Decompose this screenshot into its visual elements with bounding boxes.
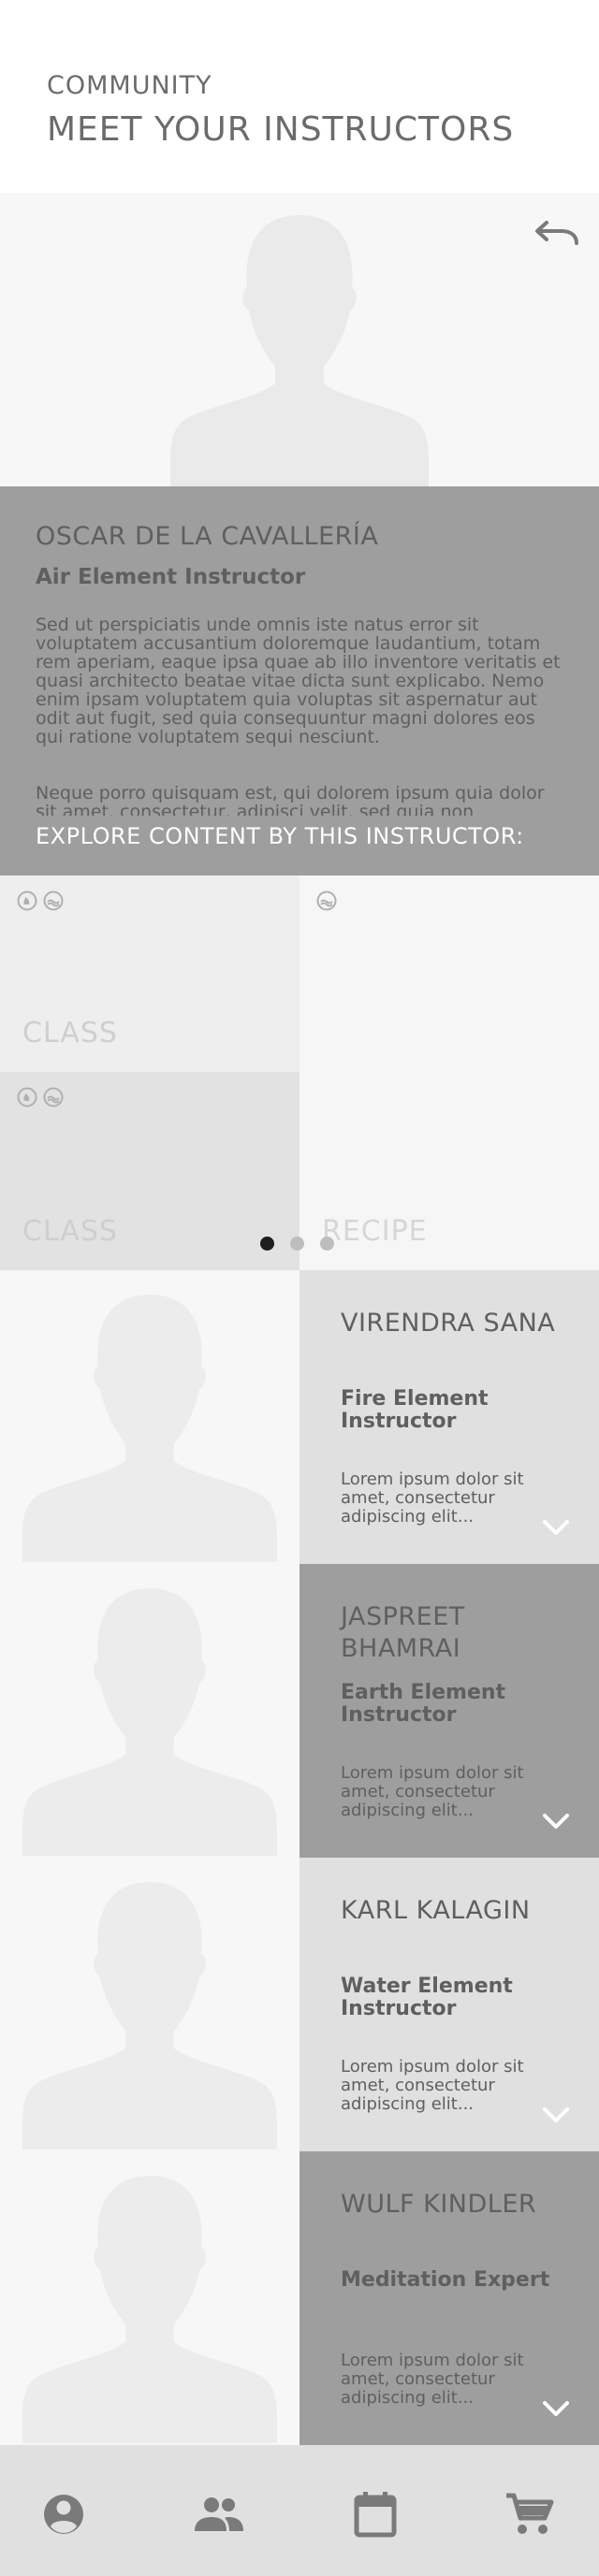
person-silhouette-icon — [22, 2176, 277, 2443]
chevron-down-icon[interactable] — [541, 1811, 571, 1831]
instructor-info: KARL KALAGIN Water Element Instructor Lo… — [300, 1858, 599, 2151]
carousel-dot[interactable] — [290, 1237, 304, 1251]
carousel-dot[interactable] — [260, 1237, 274, 1251]
page-header: COMMUNITY MEET YOUR INSTRUCTORS — [0, 0, 599, 193]
instructor-card[interactable]: JASPREET BHAMRAI Earth Element Instructo… — [0, 1564, 599, 1858]
instructor-card[interactable]: WULF KINDLER Meditation Expert Lorem ips… — [0, 2151, 599, 2445]
instructor-role: Fire Element Instructor — [341, 1387, 489, 1433]
instructor-description: Lorem ipsum dolor sit amet, consectetur … — [341, 1469, 524, 1527]
instructor-description: Lorem ipsum dolor sit amet, consectetur … — [341, 1763, 524, 1820]
page-title: MEET YOUR INSTRUCTORS — [47, 110, 515, 149]
instructor-role: Air Element Instructor — [36, 565, 306, 589]
instructor-name: VIRENDRA SANA — [341, 1309, 556, 1338]
chevron-down-icon[interactable] — [541, 1517, 571, 1538]
instructor-photo — [0, 2151, 300, 2445]
instructor-content-carousel: CLASS RECIPE CLASS — [0, 876, 599, 1270]
chevron-down-icon[interactable] — [541, 2105, 571, 2125]
bio-paragraph: Neque porro quisquam est, qui dolorem ip… — [36, 784, 545, 816]
instructor-role: Water Element Instructor — [341, 1975, 513, 2020]
element-icons — [316, 890, 337, 911]
account-circle-icon[interactable] — [37, 2490, 90, 2539]
instructor-info: JASPREET BHAMRAI Earth Element Instructo… — [300, 1564, 599, 1858]
person-silhouette-icon — [22, 1882, 277, 2149]
featured-instructor-photo — [0, 193, 599, 486]
content-tile-class[interactable]: CLASS — [0, 1072, 300, 1270]
water-element-icon — [316, 890, 337, 911]
undo-arrow-icon[interactable] — [533, 211, 580, 253]
person-silhouette-icon — [170, 215, 429, 486]
carousel-pagination — [260, 1237, 334, 1251]
water-element-icon — [43, 1087, 64, 1107]
instructor-name: KARL KALAGIN — [341, 1896, 531, 1925]
cart-icon[interactable] — [504, 2490, 556, 2539]
person-silhouette-icon — [22, 1588, 277, 1856]
instructor-photo — [0, 1270, 300, 1564]
section-kicker: COMMUNITY — [47, 71, 212, 100]
instructor-description: Lorem ipsum dolor sit amet, consectetur … — [341, 2351, 524, 2408]
instructor-info: WULF KINDLER Meditation Expert Lorem ips… — [300, 2151, 599, 2445]
instructor-name: OSCAR DE LA CAVALLERÍA — [36, 522, 379, 551]
instructor-role: Earth Element Instructor — [341, 1681, 506, 1727]
tile-label: RECIPE — [322, 1215, 428, 1248]
instructor-card[interactable]: KARL KALAGIN Water Element Instructor Lo… — [0, 1858, 599, 2151]
element-icons — [17, 1087, 64, 1107]
instructor-name: JASPREET BHAMRAI — [341, 1602, 465, 1663]
instructor-photo — [0, 1564, 300, 1858]
water-element-icon — [43, 890, 64, 911]
featured-instructor-bio: OSCAR DE LA CAVALLERÍA Air Element Instr… — [0, 486, 599, 876]
instructor-description: Lorem ipsum dolor sit amet, consectetur … — [341, 2057, 524, 2114]
person-silhouette-icon — [22, 1295, 277, 1562]
tile-label: CLASS — [22, 1215, 118, 1248]
instructor-role: Meditation Expert — [341, 2268, 550, 2292]
fire-element-icon — [17, 1087, 37, 1107]
chevron-down-icon[interactable] — [541, 2398, 571, 2419]
people-icon[interactable] — [193, 2490, 245, 2539]
content-tile-class[interactable]: CLASS — [0, 876, 300, 1072]
element-icons — [17, 890, 64, 911]
content-tile-recipe[interactable]: RECIPE — [300, 876, 599, 1270]
bottom-navigation-bar — [0, 2445, 599, 2576]
instructor-card[interactable]: VIRENDRA SANA Fire Element Instructor Lo… — [0, 1270, 599, 1564]
tile-label: CLASS — [22, 1017, 118, 1049]
instructor-name: WULF KINDLER — [341, 2190, 537, 2219]
instructor-photo — [0, 1858, 300, 2151]
explore-content-label: EXPLORE CONTENT BY THIS INSTRUCTOR: — [36, 823, 524, 849]
calendar-icon[interactable] — [350, 2490, 402, 2539]
carousel-dot[interactable] — [320, 1237, 334, 1251]
instructor-info: VIRENDRA SANA Fire Element Instructor Lo… — [300, 1270, 599, 1564]
bio-paragraph: Sed ut perspiciatis unde omnis iste natu… — [36, 615, 561, 747]
fire-element-icon — [17, 890, 37, 911]
